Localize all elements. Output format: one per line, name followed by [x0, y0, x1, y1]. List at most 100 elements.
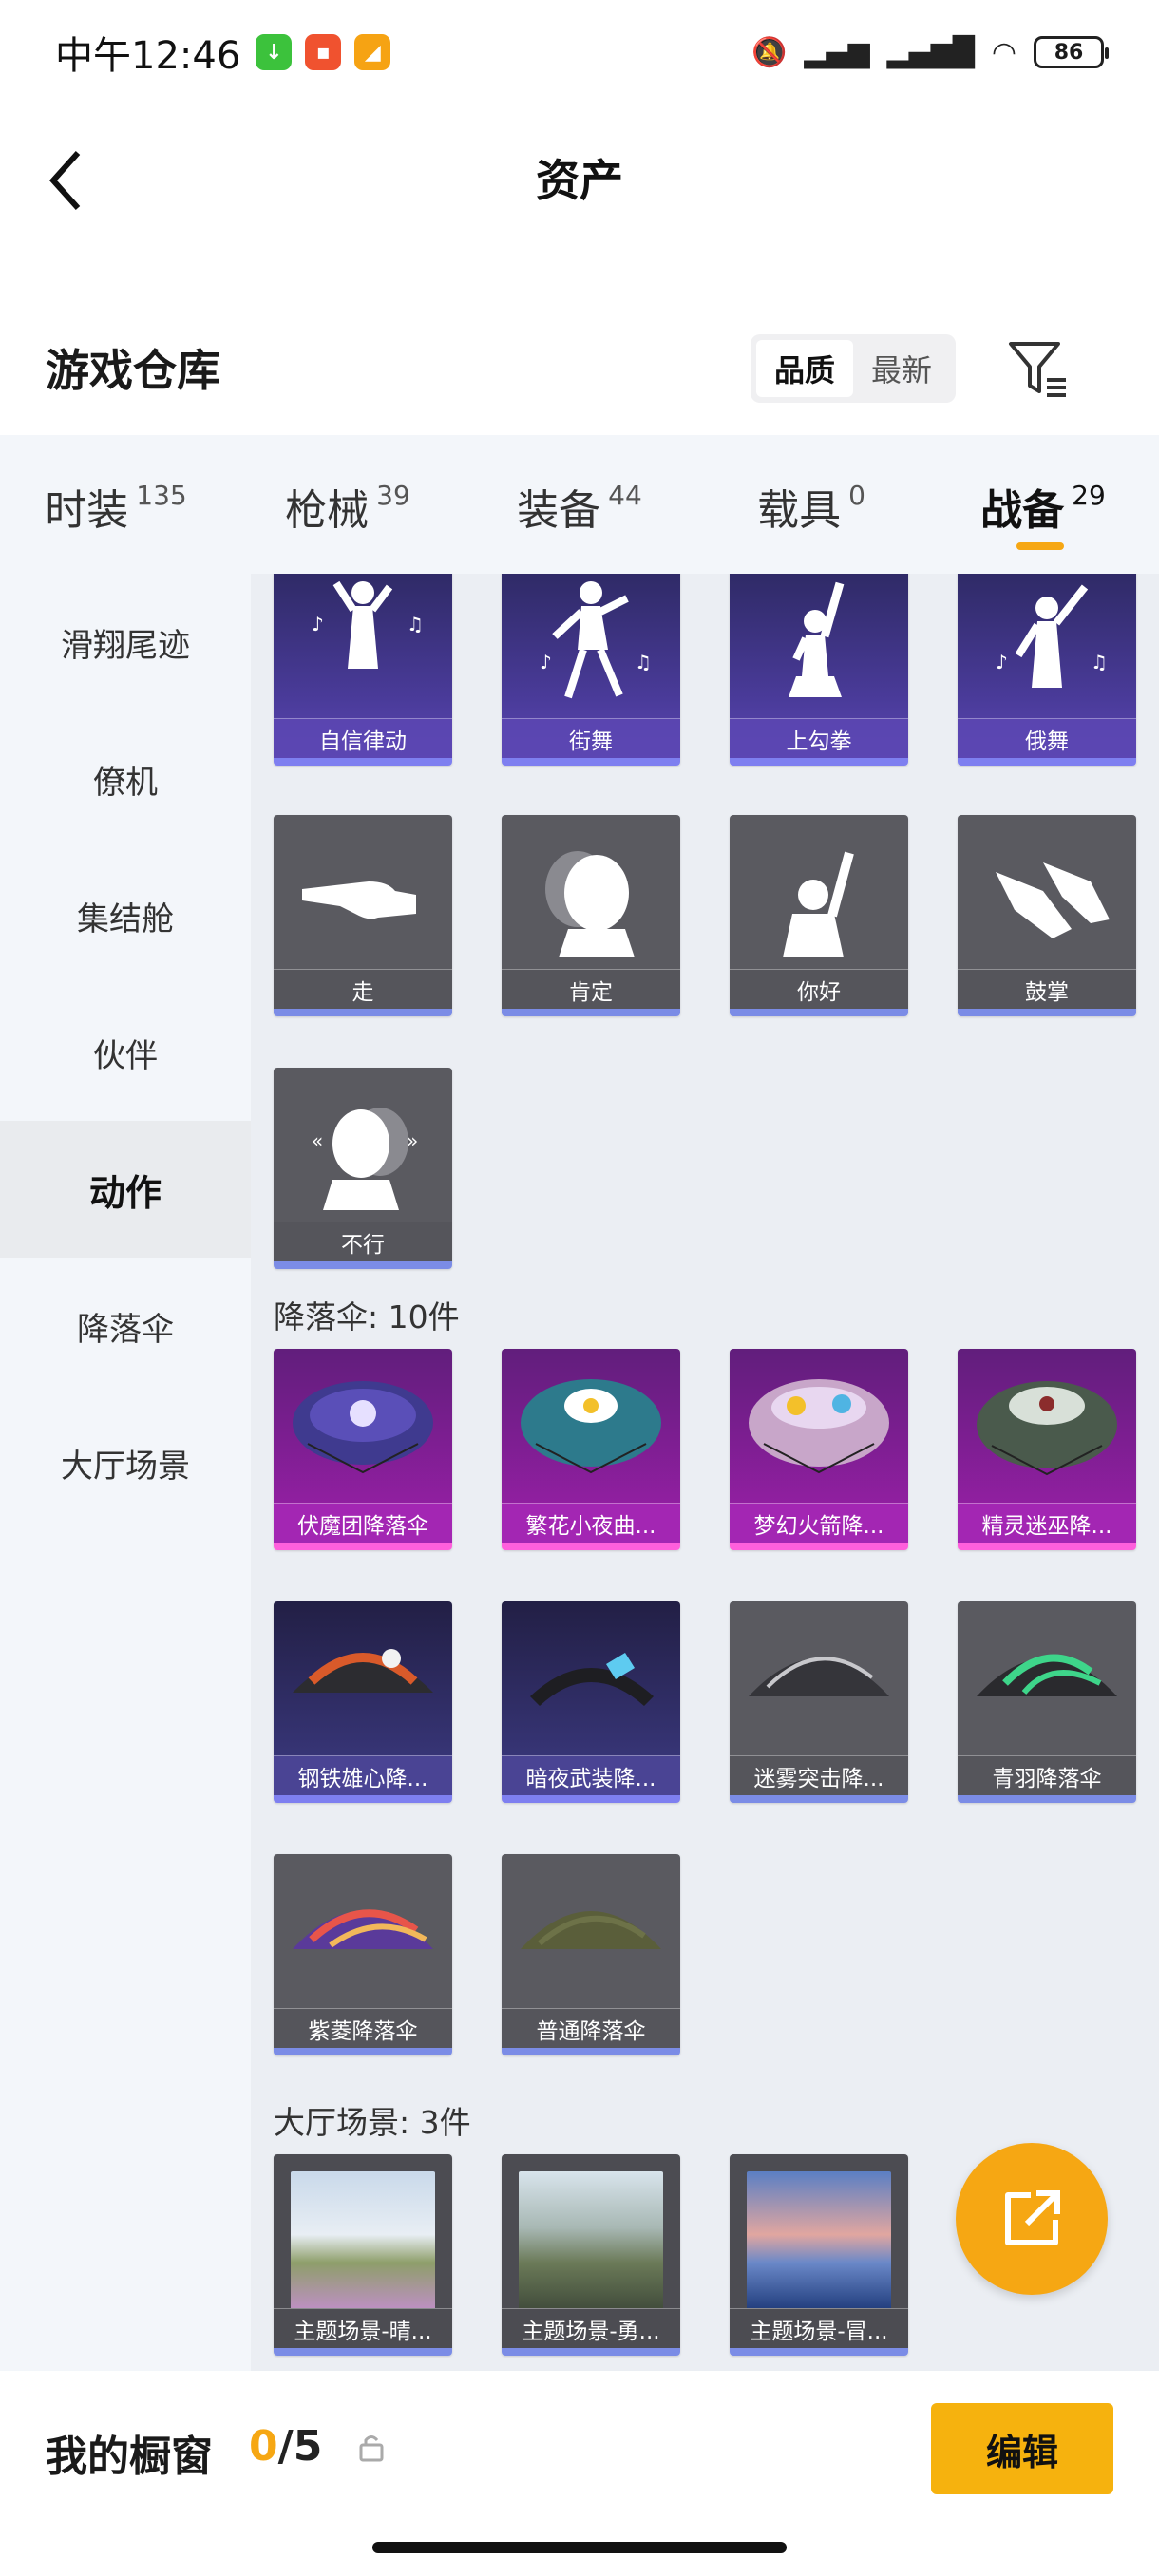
- rarity-bar: [958, 1543, 1136, 1550]
- item-tile[interactable]: ♪ ♫ 俄舞: [958, 574, 1136, 766]
- item-tile[interactable]: 伏魔团降落伞: [274, 1349, 452, 1550]
- item-tile[interactable]: 精灵迷巫降...: [958, 1349, 1136, 1550]
- active-tab-indicator: [1016, 542, 1064, 550]
- filter-button[interactable]: [1005, 336, 1072, 403]
- item-tile[interactable]: 走: [274, 815, 452, 1016]
- tab-count: 44: [608, 480, 642, 511]
- tab-battle-prep[interactable]: 战备 29: [927, 466, 1159, 550]
- svg-text:♪: ♪: [996, 651, 1008, 673]
- warehouse-title: 游戏仓库: [46, 345, 220, 396]
- tab-count: 0: [848, 480, 865, 511]
- item-tile[interactable]: ♪ ♫ 自信律动: [274, 574, 452, 766]
- rarity-bar: [274, 758, 452, 766]
- battery-icon: 86: [1034, 36, 1109, 68]
- orange-app-icon: ◢: [354, 34, 391, 70]
- item-name: 迷雾突击降...: [730, 1755, 908, 1795]
- sidebar-item-partner[interactable]: 伙伴: [0, 984, 251, 1121]
- tab-label: 战备: [980, 486, 1065, 535]
- home-indicator[interactable]: [372, 2542, 787, 2553]
- category-tabs: 时装 135 枪械 39 装备 44 载具 0 战备 29: [0, 435, 1159, 574]
- item-name: 梦幻火箭降...: [730, 1503, 908, 1543]
- content-grid: ♪ ♫ 自信律动 ♪ ♫ 街舞 上勾拳 ♪ ♫ 俄舞 走 肯定 你好 鼓掌 « …: [251, 574, 1159, 2371]
- notification-icons: ↓ ▪ ◢: [256, 34, 391, 70]
- item-tile[interactable]: 肯定: [502, 815, 680, 1016]
- lock-icon: [359, 2435, 384, 2462]
- item-tile[interactable]: 主题场景-晴...: [274, 2154, 452, 2356]
- parachute-icon: [749, 1379, 889, 1474]
- dancer-icon: ♪ ♫: [312, 580, 424, 669]
- item-tile[interactable]: 暗夜武装降...: [502, 1601, 680, 1803]
- parachute-icon: [530, 1653, 654, 1706]
- tab-vehicles[interactable]: 载具 0: [695, 466, 927, 542]
- item-tile[interactable]: 你好: [730, 815, 908, 1016]
- item-tile[interactable]: 繁花小夜曲...: [502, 1349, 680, 1550]
- item-tile[interactable]: ♪ ♫ 街舞: [502, 574, 680, 766]
- external-link-icon: [1005, 2190, 1060, 2245]
- sidebar-item-glide-trail[interactable]: 滑翔尾迹: [0, 574, 251, 710]
- item-name: 你好: [730, 969, 908, 1009]
- rarity-bar: [274, 2348, 452, 2356]
- parachute-icon: [977, 1381, 1117, 1476]
- filter-icon: [1009, 342, 1066, 397]
- item-name: 繁花小夜曲...: [502, 1503, 680, 1543]
- item-tile[interactable]: 主题场景-勇...: [502, 2154, 680, 2356]
- sort-latest-button[interactable]: 最新: [853, 340, 950, 397]
- showcase-count: 0/5: [249, 2422, 322, 2471]
- download-app-icon: ↓: [256, 34, 293, 70]
- sidebar-item-wingman[interactable]: 僚机: [0, 710, 251, 847]
- item-tile[interactable]: 青羽降落伞: [958, 1601, 1136, 1803]
- sort-quality-button[interactable]: 品质: [756, 340, 853, 397]
- item-tile[interactable]: 鼓掌: [958, 815, 1136, 1016]
- wifi-icon: ◠: [991, 35, 1016, 69]
- tab-label: 载具: [757, 486, 842, 535]
- status-bar: 中午12:46 ↓ ▪ ◢ 🔕 ▂▄▆ ▂▄▆█ ◠ 86: [0, 0, 1159, 104]
- item-tile[interactable]: 主题场景-冒...: [730, 2154, 908, 2356]
- item-name: 上勾拳: [730, 718, 908, 758]
- rarity-bar: [502, 1009, 680, 1016]
- rarity-bar: [730, 758, 908, 766]
- item-name: 街舞: [502, 718, 680, 758]
- rarity-bar: [958, 758, 1136, 766]
- sidebar-item-parachute[interactable]: 降落伞: [0, 1258, 251, 1394]
- item-name: 走: [274, 969, 452, 1009]
- signal-1-icon: ▂▄▆: [804, 35, 870, 69]
- tab-equipment[interactable]: 装备 44: [464, 466, 695, 542]
- nav-header: 资产: [0, 104, 1159, 247]
- svg-text:♫: ♫: [407, 613, 424, 635]
- rarity-bar: [958, 1009, 1136, 1016]
- item-tile[interactable]: 梦幻火箭降...: [730, 1349, 908, 1550]
- tab-fashion[interactable]: 时装 135: [0, 466, 232, 542]
- rarity-bar: [502, 1795, 680, 1803]
- item-tile[interactable]: 普通降落伞: [502, 1854, 680, 2055]
- edit-button[interactable]: 编辑: [931, 2403, 1113, 2494]
- rarity-bar: [958, 1795, 1136, 1803]
- item-name: 主题场景-勇...: [502, 2308, 680, 2348]
- parachute-icon: [293, 1381, 433, 1474]
- sidebar-item-assembly-pod[interactable]: 集结舱: [0, 847, 251, 984]
- svg-text:♪: ♪: [540, 651, 552, 673]
- sidebar-item-lobby-scene[interactable]: 大厅场景: [0, 1394, 251, 1531]
- clapping-hands-icon: [996, 862, 1110, 938]
- sidebar-item-emote[interactable]: 动作: [0, 1121, 251, 1258]
- item-tile[interactable]: 上勾拳: [730, 574, 908, 766]
- item-tile[interactable]: « » 不行: [274, 1068, 452, 1269]
- tab-count: 39: [376, 480, 410, 511]
- item-name: 青羽降落伞: [958, 1755, 1136, 1795]
- item-name: 自信律动: [274, 718, 452, 758]
- rarity-bar: [274, 2048, 452, 2055]
- item-tile[interactable]: 钢铁雄心降...: [274, 1601, 452, 1803]
- item-name: 主题场景-冒...: [730, 2308, 908, 2348]
- showcase-title: 我的橱窗: [46, 2433, 213, 2481]
- parachute-icon: [293, 1649, 433, 1693]
- item-name: 主题场景-晴...: [274, 2308, 452, 2348]
- item-name: 暗夜武装降...: [502, 1755, 680, 1795]
- rarity-bar: [730, 1795, 908, 1803]
- showcase-bar: 我的橱窗 0/5 编辑: [0, 2371, 1159, 2576]
- share-button[interactable]: [956, 2143, 1108, 2295]
- item-tile[interactable]: 迷雾突击降...: [730, 1601, 908, 1803]
- scene-thumbnail: [291, 2171, 435, 2312]
- tab-weapons[interactable]: 枪械 39: [232, 466, 464, 542]
- item-tile[interactable]: 紫菱降落伞: [274, 1854, 452, 2055]
- rarity-bar: [730, 2348, 908, 2356]
- parachute-icon: [749, 1657, 889, 1696]
